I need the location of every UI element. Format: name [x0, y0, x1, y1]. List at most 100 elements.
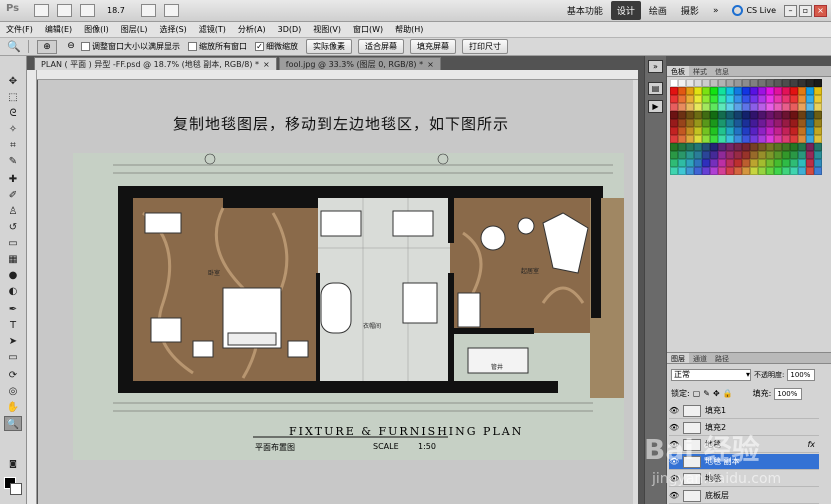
- color-swatch[interactable]: [790, 95, 798, 103]
- horizontal-ruler[interactable]: [34, 70, 638, 80]
- color-swatch[interactable]: [806, 95, 814, 103]
- color-swatch[interactable]: [758, 103, 766, 111]
- color-swatch[interactable]: [702, 159, 710, 167]
- color-swatch[interactable]: [734, 143, 742, 151]
- color-swatch[interactable]: [798, 135, 806, 143]
- color-swatch[interactable]: [694, 95, 702, 103]
- color-swatch[interactable]: [702, 87, 710, 95]
- color-swatch[interactable]: [814, 103, 822, 111]
- color-swatch[interactable]: [718, 79, 726, 87]
- color-swatch[interactable]: [798, 151, 806, 159]
- color-swatch[interactable]: [694, 103, 702, 111]
- color-swatch[interactable]: [678, 135, 686, 143]
- color-swatch[interactable]: [774, 119, 782, 127]
- type-tool-icon[interactable]: T: [4, 318, 22, 333]
- tab-close-icon[interactable]: ×: [263, 60, 270, 69]
- color-swatch[interactable]: [710, 87, 718, 95]
- color-swatch[interactable]: [790, 151, 798, 159]
- print-size-button[interactable]: 打印尺寸: [462, 39, 508, 54]
- tab-close-icon[interactable]: ×: [427, 60, 434, 69]
- color-swatch[interactable]: [734, 159, 742, 167]
- color-swatch[interactable]: [726, 87, 734, 95]
- color-swatch[interactable]: [806, 159, 814, 167]
- scrubby-zoom-checkbox[interactable]: ✓ 细微缩放: [255, 41, 298, 52]
- minibridge-icon[interactable]: [57, 4, 72, 17]
- color-swatch[interactable]: [678, 119, 686, 127]
- color-swatch[interactable]: [734, 111, 742, 119]
- color-swatch[interactable]: [694, 111, 702, 119]
- color-swatch[interactable]: [726, 95, 734, 103]
- tab-info[interactable]: 信息: [711, 66, 733, 76]
- color-swatch[interactable]: [670, 103, 678, 111]
- color-swatch[interactable]: [694, 143, 702, 151]
- color-swatch[interactable]: [750, 159, 758, 167]
- color-swatch[interactable]: [726, 79, 734, 87]
- 3d-rotate-tool-icon[interactable]: ⟳: [4, 368, 22, 383]
- color-swatch[interactable]: [718, 151, 726, 159]
- color-swatch[interactable]: [678, 103, 686, 111]
- color-swatch[interactable]: [798, 143, 806, 151]
- color-swatch[interactable]: [670, 95, 678, 103]
- color-swatch[interactable]: [750, 143, 758, 151]
- color-swatch[interactable]: [678, 167, 686, 175]
- color-swatch[interactable]: [726, 103, 734, 111]
- restore-button[interactable]: ▫: [799, 4, 812, 17]
- menu-layer[interactable]: 图层(L): [115, 24, 154, 35]
- color-swatch[interactable]: [734, 95, 742, 103]
- hand-tool-icon[interactable]: [80, 4, 95, 17]
- fill-screen-button[interactable]: 填充屏幕: [410, 39, 456, 54]
- color-swatch[interactable]: [782, 143, 790, 151]
- color-swatch[interactable]: [814, 127, 822, 135]
- color-swatch[interactable]: [694, 79, 702, 87]
- color-swatch[interactable]: [758, 79, 766, 87]
- magic-wand-tool-icon[interactable]: ✧: [4, 122, 22, 137]
- background-color-swatch[interactable]: [10, 483, 22, 495]
- menu-file[interactable]: 文件(F): [0, 24, 39, 35]
- color-swatch[interactable]: [742, 143, 750, 151]
- brush-tool-icon[interactable]: ✐: [4, 188, 22, 203]
- color-swatch[interactable]: [702, 135, 710, 143]
- color-swatch[interactable]: [790, 143, 798, 151]
- shape-tool-icon[interactable]: ▭: [4, 350, 22, 365]
- color-swatch[interactable]: [774, 79, 782, 87]
- menu-analysis[interactable]: 分析(A): [232, 24, 272, 35]
- color-swatch[interactable]: [702, 103, 710, 111]
- color-swatch[interactable]: [766, 143, 774, 151]
- color-swatch[interactable]: [686, 119, 694, 127]
- color-swatch[interactable]: [790, 103, 798, 111]
- lasso-tool-icon[interactable]: ᘓ: [4, 106, 22, 121]
- color-swatch[interactable]: [798, 79, 806, 87]
- color-swatch[interactable]: [806, 103, 814, 111]
- zoom-out-icon[interactable]: ⊖: [61, 40, 81, 54]
- eraser-tool-icon[interactable]: ▭: [4, 236, 22, 251]
- more-workspaces-button[interactable]: »: [707, 3, 725, 19]
- color-swatch[interactable]: [742, 103, 750, 111]
- color-swatch[interactable]: [718, 87, 726, 95]
- color-swatch[interactable]: [726, 143, 734, 151]
- tab-channels[interactable]: 通道: [689, 353, 711, 363]
- color-swatch[interactable]: [758, 127, 766, 135]
- vertical-ruler[interactable]: [27, 70, 37, 504]
- color-swatch[interactable]: [814, 79, 822, 87]
- color-swatch[interactable]: [726, 151, 734, 159]
- color-swatch[interactable]: [790, 119, 798, 127]
- layer-effects-icon[interactable]: fx: [807, 440, 815, 449]
- color-swatch[interactable]: [806, 127, 814, 135]
- color-swatch[interactable]: [766, 135, 774, 143]
- menu-select[interactable]: 选择(S): [153, 24, 192, 35]
- color-swatch[interactable]: [694, 119, 702, 127]
- zoom-level[interactable]: 18.7: [107, 6, 125, 15]
- workspace-design[interactable]: 设计: [610, 1, 641, 20]
- color-swatch[interactable]: [670, 127, 678, 135]
- color-swatch[interactable]: [774, 159, 782, 167]
- color-swatch[interactable]: [742, 151, 750, 159]
- color-swatch[interactable]: [742, 127, 750, 135]
- layer-row[interactable]: 👁 地毯 fx: [669, 437, 819, 453]
- color-swatch[interactable]: [686, 79, 694, 87]
- color-swatch[interactable]: [750, 135, 758, 143]
- color-swatch[interactable]: [766, 103, 774, 111]
- color-swatch[interactable]: [702, 127, 710, 135]
- color-swatch[interactable]: [750, 103, 758, 111]
- color-swatch[interactable]: [742, 167, 750, 175]
- fit-screen-button[interactable]: 适合屏幕: [358, 39, 404, 54]
